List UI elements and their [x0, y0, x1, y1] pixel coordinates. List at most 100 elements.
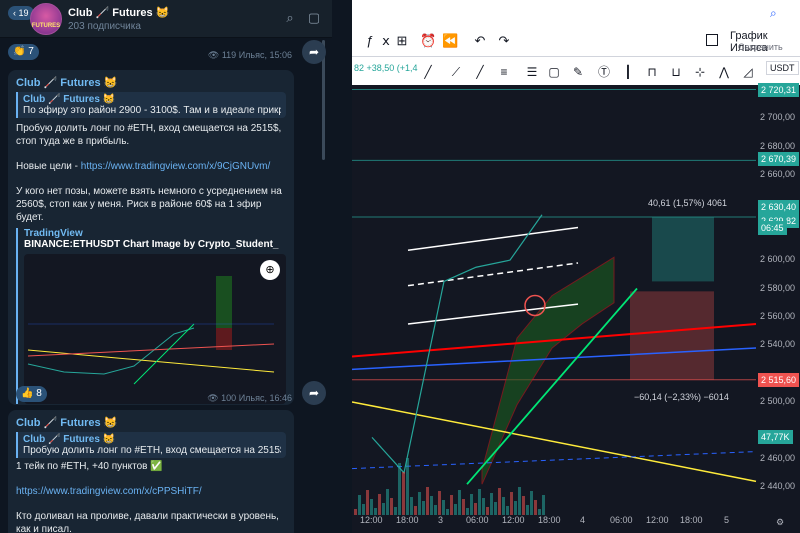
time-axis-tick: 18:00	[538, 515, 561, 525]
price-level-badge: 2 670,39	[758, 152, 800, 166]
template-icon[interactable]: ⊞	[394, 33, 410, 49]
search-icon[interactable]: ⌕	[770, 6, 777, 21]
price-axis-tick: 2 580,00	[760, 282, 796, 293]
volume-bar	[382, 503, 385, 515]
replay-icon[interactable]: ⏪	[442, 33, 458, 49]
volume-bar	[390, 498, 393, 515]
volume-bar	[542, 495, 545, 515]
reply-author-suffix: Futures	[63, 94, 100, 105]
brush-tool-icon[interactable]: ✎	[570, 64, 586, 80]
channel-title-suffix: Futures	[112, 7, 153, 19]
long-position-label: 40,61 (1,57%) 4061	[648, 198, 728, 208]
volume-bar	[474, 503, 477, 515]
chat-panel: ‹ 19 FUTURES Club 🦯 Futures 😸 203 подпис…	[0, 0, 332, 533]
measure-tool-icon[interactable]: ⊹	[692, 64, 708, 80]
reaction-clap[interactable]: 👏 7	[8, 44, 39, 60]
reply-text: Пробую долить лонг по #ETH, вход смещает…	[23, 445, 281, 456]
pattern-tool-icon[interactable]: ⋀	[716, 64, 732, 80]
volume-bar	[430, 496, 433, 515]
trend-tool-icon[interactable]: ╱	[472, 64, 488, 80]
save-checkbox[interactable]	[706, 34, 718, 46]
message-1: Club 🦯 Futures 😸 Club 🦯 Futures 😸 По эфи…	[8, 70, 294, 405]
live-stream-icon[interactable]: ▢	[306, 10, 322, 26]
reply-text: По эфиру это район 2900 - 3100$. Там и в…	[23, 105, 281, 116]
volume-bar	[506, 506, 509, 515]
short-position-label: −60,14 (−2,33%) −6014	[634, 392, 729, 402]
link-preview[interactable]: TradingView BINANCE:ETHUSDT Chart Image …	[16, 228, 286, 404]
price-level-badge: 06:45	[758, 221, 787, 235]
preview-image[interactable]: ⊕	[24, 254, 286, 404]
save-label[interactable]: Сохранить	[738, 42, 783, 52]
message-text-2: У кого нет позы, можете взять немного с …	[16, 186, 282, 223]
time-axis-tick: 12:00	[360, 515, 383, 525]
rectangle-tool-icon[interactable]: ▢	[546, 64, 562, 80]
zoom-icon[interactable]: ⊕	[260, 260, 280, 280]
reaction-thumbs-up[interactable]: 👍 8	[16, 386, 47, 402]
preview-site: TradingView	[24, 228, 83, 239]
price-axis-tick: 2 500,00	[760, 395, 796, 406]
time-axis-tick: 12:00	[646, 515, 669, 525]
candles-icon[interactable]: ┃	[620, 64, 636, 80]
channel-avatar[interactable]: FUTURES	[30, 3, 62, 35]
message-author[interactable]: Club 🦯 Futures 😸	[16, 416, 286, 429]
volume-bar	[514, 501, 517, 515]
volume-bar	[374, 508, 377, 515]
text-tool-icon[interactable]: Ⓣ	[596, 64, 612, 80]
volume-bar	[386, 489, 389, 515]
volume-bar	[526, 505, 529, 515]
volume-bar	[410, 497, 413, 515]
volume-bar	[454, 504, 457, 515]
volume-bar	[458, 490, 461, 515]
price-level-badge: 2 720,31	[758, 83, 800, 97]
message-author[interactable]: Club 🦯 Futures 😸	[16, 76, 286, 89]
ruler-tool-icon[interactable]: ◿	[740, 64, 756, 80]
search-icon[interactable]: ⌕	[282, 10, 298, 26]
settings-icon[interactable]: ⚙	[776, 517, 784, 528]
price-level-badge: 2 515,60	[758, 373, 800, 387]
dashed-trend-line	[352, 451, 757, 470]
line-tool-icon[interactable]: ╱	[420, 64, 436, 80]
reply-quote[interactable]: Club 🦯 Futures 😸 По эфиру это район 2900…	[16, 92, 286, 118]
short-position-icon[interactable]: ⊔	[668, 64, 684, 80]
tradingview-panel: ⌕ График Ильяса Сохранить ƒ ⅹ ⊞ ⏰ ⏪ ↶ ↷ …	[352, 0, 800, 533]
time-axis-tick: 3	[438, 515, 444, 525]
channel-title[interactable]: Club 🦯 Futures 😸	[68, 6, 169, 19]
share-button[interactable]: ➦	[302, 381, 326, 405]
volume-bar	[434, 505, 437, 515]
ray-tool-icon[interactable]: ⟋	[448, 64, 464, 80]
volume-bar	[446, 509, 449, 515]
price-chart[interactable]	[352, 85, 800, 515]
volume-bar	[418, 492, 421, 515]
author-name: Club	[16, 417, 41, 429]
symbol-select[interactable]: USDT	[766, 61, 799, 75]
price-axis-tick: 2 680,00	[760, 140, 796, 151]
reply-quote[interactable]: Club 🦯 Futures 😸 Пробую долить лонг по #…	[16, 432, 286, 458]
alert-icon[interactable]: ⏰	[420, 33, 436, 49]
time-axis-tick: 06:00	[610, 515, 633, 525]
undo-icon[interactable]: ↶	[472, 33, 488, 49]
message-meta: 👁 100 Ильяс, 16:46	[207, 393, 292, 403]
targets-line: Новые цели - https://www.tradingview.com…	[16, 160, 286, 173]
long-position-icon[interactable]: ⊓	[644, 64, 660, 80]
reply-author: Club	[23, 434, 46, 445]
volume-bar	[534, 500, 537, 515]
share-button[interactable]: ➦	[302, 40, 326, 64]
channel-tool-icon[interactable]: ≡	[496, 64, 512, 80]
fx-indicator-icon[interactable]: ƒ	[362, 33, 378, 49]
price-axis-tick: 2 600,00	[760, 254, 796, 265]
volume-bar	[486, 507, 489, 515]
volume-bar	[422, 501, 425, 515]
volume-bar	[470, 494, 473, 515]
diagonal-line	[352, 401, 757, 483]
redo-icon[interactable]: ↷	[496, 33, 512, 49]
fib-tool-icon[interactable]: ☰	[524, 64, 540, 80]
channel-upper-line	[407, 226, 579, 251]
time-axis-tick: 18:00	[396, 515, 419, 525]
time-axis-tick: 5	[724, 515, 730, 525]
price-level-badge: 2 630,40	[758, 200, 800, 214]
view-count: 100	[221, 393, 237, 403]
indicator-icon[interactable]: ⅹ	[378, 33, 394, 49]
message-link[interactable]: https://www.tradingview.com/x/cPPSHiTF/	[16, 485, 286, 498]
channel-title-text: Club	[68, 7, 93, 19]
targets-link[interactable]: https://www.tradingview.com/x/9CjGNUvm/	[81, 161, 271, 172]
